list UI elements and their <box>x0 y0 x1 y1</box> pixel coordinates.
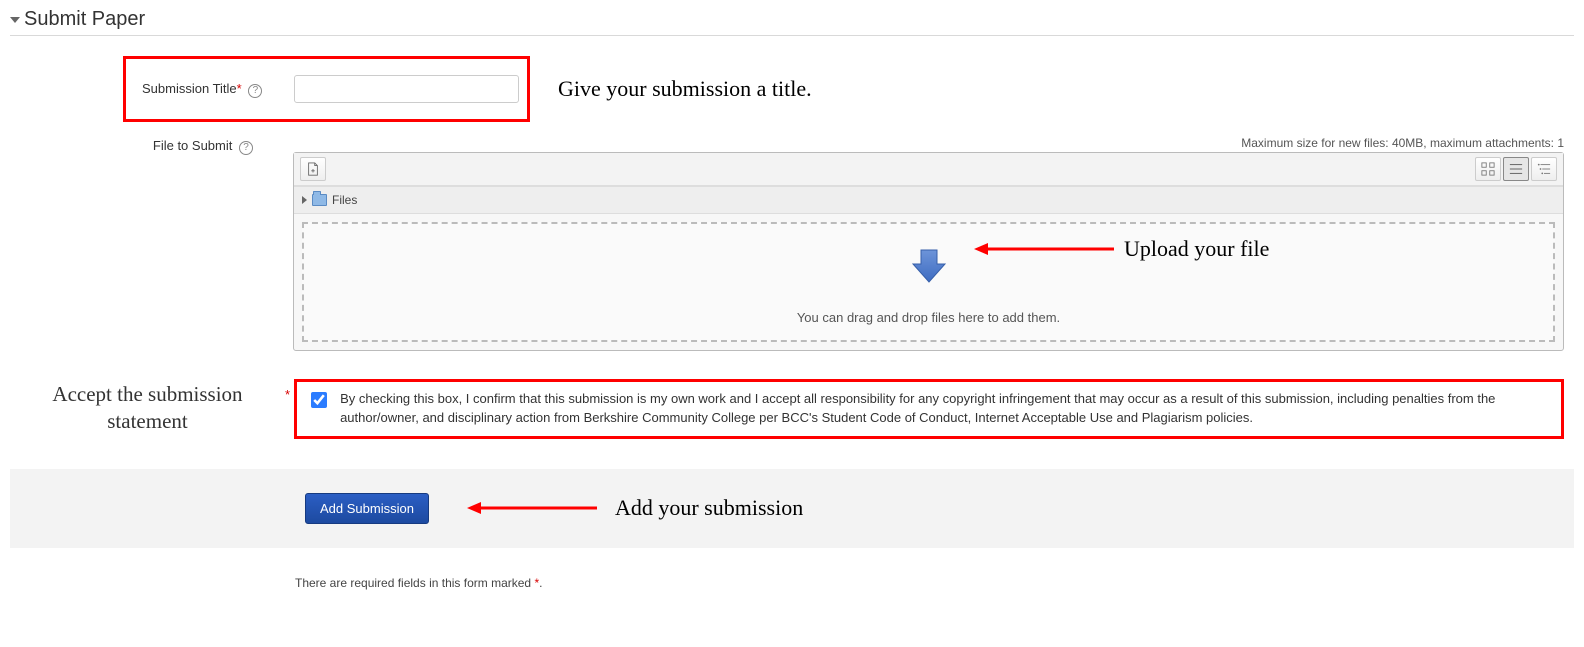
file-picker: Files You can drag and drop files here t… <box>293 152 1564 351</box>
required-star: * <box>237 81 242 96</box>
section-header[interactable]: Submit Paper <box>10 0 1574 36</box>
annotation-upload: Upload your file <box>1124 236 1269 262</box>
breadcrumb-label: Files <box>332 193 357 207</box>
add-file-button[interactable] <box>300 157 326 181</box>
list-icon <box>1509 162 1523 176</box>
annotation-title: Give your submission a title. <box>558 76 812 102</box>
section-title: Submit Paper <box>24 8 145 31</box>
caret-down-icon <box>10 17 20 23</box>
view-tree-button[interactable] <box>1531 157 1557 181</box>
red-arrow-left-icon <box>974 239 1114 259</box>
file-limits-text: Maximum size for new files: 40MB, maximu… <box>265 136 1574 150</box>
submission-title-highlight-box: Submission Title* ? <box>123 56 530 122</box>
statement-checkbox[interactable] <box>311 392 327 408</box>
annotation-add-group: Add your submission <box>467 495 803 521</box>
folder-icon <box>312 194 327 206</box>
file-to-submit-label: File to Submit ? <box>10 132 265 155</box>
tree-icon <box>1537 162 1551 176</box>
file-breadcrumb[interactable]: Files <box>294 186 1563 214</box>
action-bar: Add Submission Add your submission <box>10 469 1574 548</box>
red-arrow-left-icon <box>467 498 597 518</box>
required-footnote: There are required fields in this form m… <box>10 548 1574 610</box>
download-arrow-icon <box>909 246 949 286</box>
submission-title-input[interactable] <box>294 75 519 103</box>
annotation-upload-group: Upload your file <box>974 236 1269 262</box>
triangle-right-icon <box>302 196 307 204</box>
required-star: * <box>285 387 290 402</box>
file-dropzone[interactable]: You can drag and drop files here to add … <box>302 222 1555 342</box>
annotation-add: Add your submission <box>615 495 803 521</box>
statement-text: By checking this box, I confirm that thi… <box>340 390 1551 428</box>
help-icon[interactable]: ? <box>248 84 262 98</box>
view-list-button[interactable] <box>1503 157 1529 181</box>
add-submission-button[interactable]: Add Submission <box>305 493 429 524</box>
view-grid-button[interactable] <box>1475 157 1501 181</box>
grid-icon <box>1481 162 1495 176</box>
submission-statement-box: By checking this box, I confirm that thi… <box>294 379 1564 439</box>
file-add-icon <box>306 162 320 176</box>
dropzone-text: You can drag and drop files here to add … <box>797 310 1060 325</box>
annotation-statement: Accept the submission statement <box>10 379 285 436</box>
help-icon[interactable]: ? <box>239 141 253 155</box>
submission-title-label: Submission Title* ? <box>134 81 294 98</box>
file-picker-toolbar <box>294 153 1563 186</box>
